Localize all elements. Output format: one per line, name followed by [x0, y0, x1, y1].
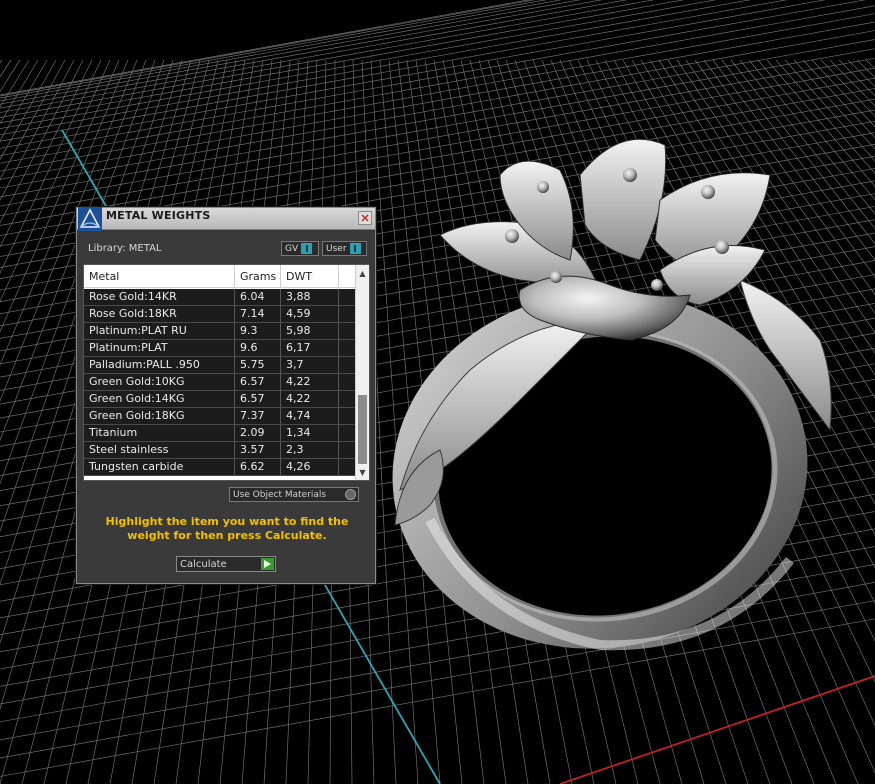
cell-dwt: 4,74 [281, 408, 339, 424]
cell-empty [339, 442, 356, 458]
dialog-title: METAL WEIGHTS [106, 209, 211, 222]
cell-dwt: 1,34 [281, 425, 339, 441]
cell-dwt: 3,7 [281, 357, 339, 373]
calculate-button[interactable]: Calculate [176, 556, 276, 572]
cell-grams: 9.6 [235, 340, 281, 356]
cell-metal: Rose Gold:18KR [84, 306, 235, 322]
cell-dwt: 6,17 [281, 340, 339, 356]
metal-table[interactable]: Metal Grams DWT Rose Gold:14KR 6.04 3,88 Ro… [83, 264, 370, 481]
instruction-text: Highlight the item you want to find the … [105, 515, 349, 542]
use-object-materials-label: Use Object Materials [233, 489, 327, 500]
cell-empty [339, 323, 356, 339]
cell-empty [339, 340, 356, 356]
cell-metal: Platinum:PLAT [84, 340, 235, 356]
table-row[interactable]: Green Gold:14KG 6.57 4,22 [84, 391, 356, 408]
table-row[interactable]: Titanium 2.09 1,34 [84, 425, 356, 442]
cell-dwt: 4,22 [281, 374, 339, 390]
table-row[interactable]: Green Gold:18KG 7.37 4,74 [84, 408, 356, 425]
cell-empty [339, 425, 356, 441]
app-logo-icon [78, 207, 102, 231]
cell-empty [339, 459, 356, 475]
cell-metal: Platinum:PLAT RU [84, 323, 235, 339]
scroll-thumb[interactable] [358, 395, 367, 464]
toggle-switch-icon [349, 243, 361, 254]
cell-metal: Titanium [84, 425, 235, 441]
dialog-titlebar[interactable]: METAL WEIGHTS [77, 207, 375, 231]
cell-grams: 2.09 [235, 425, 281, 441]
cell-metal: Green Gold:18KG [84, 408, 235, 424]
column-header-metal[interactable]: Metal [84, 265, 235, 287]
column-header-dwt[interactable]: DWT [281, 265, 339, 287]
cell-metal: Green Gold:10KG [84, 374, 235, 390]
cell-grams: 6.57 [235, 374, 281, 390]
scroll-up-icon[interactable]: ▲ [356, 266, 369, 280]
cell-grams: 9.3 [235, 323, 281, 339]
cell-grams: 6.04 [235, 289, 281, 305]
user-toggle[interactable]: User [322, 241, 367, 256]
cell-empty [339, 408, 356, 424]
gv-toggle[interactable]: GV [281, 241, 319, 256]
radio-button-icon [345, 489, 356, 500]
gv-toggle-label: GV [285, 243, 299, 254]
cell-dwt: 4,22 [281, 391, 339, 407]
table-row[interactable]: Palladium:PALL .950 5.75 3,7 [84, 357, 356, 374]
cell-empty [339, 306, 356, 322]
table-row[interactable]: Green Gold:10KG 6.57 4,22 [84, 374, 356, 391]
table-scrollbar[interactable]: ▲ ▼ [355, 265, 369, 480]
toggle-switch-icon [301, 243, 313, 254]
cell-dwt: 2,3 [281, 442, 339, 458]
calculate-label: Calculate [180, 558, 227, 570]
metal-weights-dialog: METAL WEIGHTS Library: METAL GV User Met… [76, 207, 376, 584]
cell-grams: 6.62 [235, 459, 281, 475]
table-row[interactable]: Tungsten carbide 6.62 4,26 [84, 459, 356, 476]
close-icon [361, 214, 369, 222]
table-row[interactable]: Platinum:PLAT 9.6 6,17 [84, 340, 356, 357]
column-header-grams[interactable]: Grams [235, 265, 281, 287]
cell-dwt: 4,59 [281, 306, 339, 322]
table-row[interactable]: Rose Gold:18KR 7.14 4,59 [84, 306, 356, 323]
cell-empty [339, 289, 356, 305]
cell-dwt: 4,26 [281, 459, 339, 475]
cell-grams: 7.14 [235, 306, 281, 322]
scroll-down-icon[interactable]: ▼ [356, 465, 369, 479]
cell-dwt: 5,98 [281, 323, 339, 339]
close-button[interactable] [358, 211, 372, 225]
cell-grams: 6.57 [235, 391, 281, 407]
cell-metal: Tungsten carbide [84, 459, 235, 475]
cell-metal: Palladium:PALL .950 [84, 357, 235, 373]
table-body: Rose Gold:14KR 6.04 3,88 Rose Gold:18KR 7.14… [84, 289, 356, 476]
table-header: Metal Grams DWT [84, 265, 356, 288]
library-label: Library: METAL [88, 243, 162, 254]
user-toggle-label: User [326, 243, 347, 254]
column-header-empty [339, 265, 356, 287]
use-object-materials-option[interactable]: Use Object Materials [229, 487, 359, 502]
table-row[interactable]: Rose Gold:14KR 6.04 3,88 [84, 289, 356, 306]
play-arrow-icon [261, 558, 274, 570]
cell-empty [339, 374, 356, 390]
cell-metal: Steel stainless [84, 442, 235, 458]
table-row[interactable]: Platinum:PLAT RU 9.3 5,98 [84, 323, 356, 340]
cell-grams: 3.57 [235, 442, 281, 458]
cell-empty [339, 357, 356, 373]
cell-grams: 5.75 [235, 357, 281, 373]
cell-metal: Green Gold:14KG [84, 391, 235, 407]
table-row[interactable]: Steel stainless 3.57 2,3 [84, 442, 356, 459]
cell-empty [339, 391, 356, 407]
cell-metal: Rose Gold:14KR [84, 289, 235, 305]
cell-grams: 7.37 [235, 408, 281, 424]
cell-dwt: 3,88 [281, 289, 339, 305]
